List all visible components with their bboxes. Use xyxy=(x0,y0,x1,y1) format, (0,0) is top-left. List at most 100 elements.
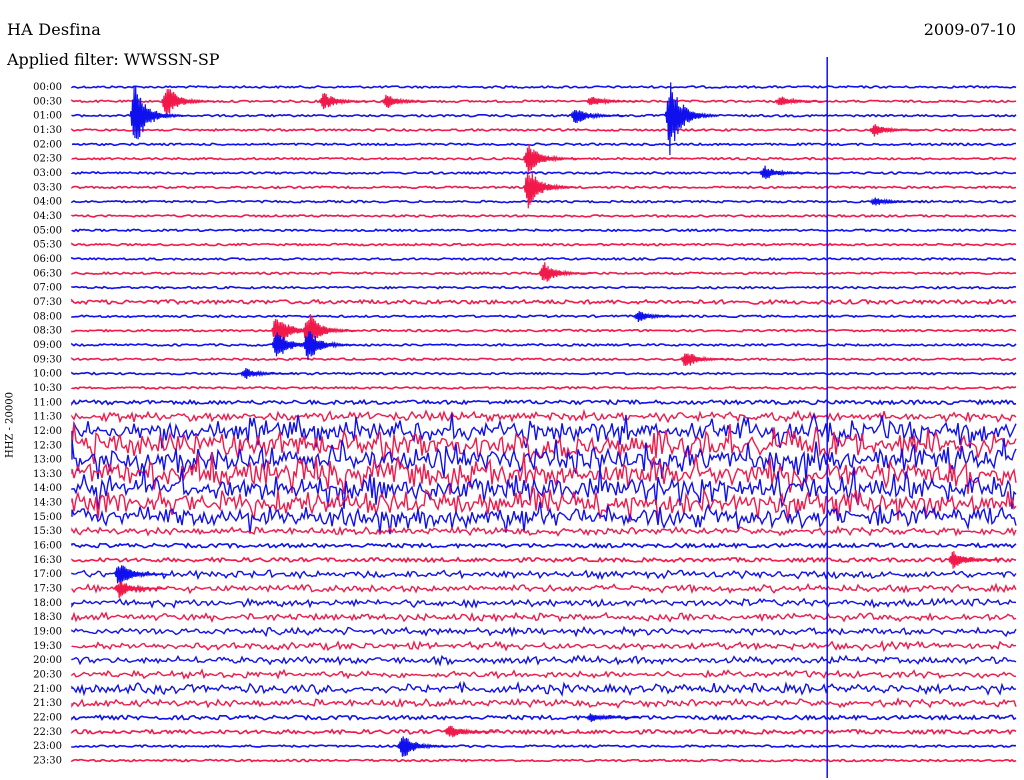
row-label: 12:30 xyxy=(33,440,62,451)
seismic-event xyxy=(113,565,168,585)
event-markers xyxy=(113,82,1002,757)
trace-row xyxy=(71,398,1017,407)
trace-row xyxy=(71,625,1017,638)
row-label: 16:00 xyxy=(33,541,62,552)
row-label: 03:30 xyxy=(33,182,62,193)
seismic-event xyxy=(680,353,734,366)
row-label: 13:00 xyxy=(33,455,62,466)
seismic-event xyxy=(381,94,435,109)
row-label: 02:00 xyxy=(33,139,62,150)
seismic-event xyxy=(522,143,577,173)
row-label: 23:30 xyxy=(33,756,62,767)
row-label: 00:00 xyxy=(33,82,62,93)
row-label: 07:00 xyxy=(33,283,62,294)
trace-row xyxy=(71,714,1017,722)
trace-row xyxy=(71,556,1017,564)
seismic-event xyxy=(869,124,923,137)
seismic-event xyxy=(633,311,687,322)
trace-row xyxy=(71,328,1017,333)
row-label: 05:30 xyxy=(33,240,62,251)
row-label: 18:30 xyxy=(33,612,62,623)
row-label: 17:30 xyxy=(33,584,62,595)
row-label: 19:00 xyxy=(33,627,62,638)
row-label: 06:30 xyxy=(33,268,62,279)
row-label: 08:30 xyxy=(33,326,62,337)
seismic-event xyxy=(586,96,640,106)
seismic-event xyxy=(538,262,593,282)
trace-row xyxy=(71,486,1017,522)
helicorder-plot: 00:00 00:30 01:00 01:30 02:00 02:30 03:00 03:30… xyxy=(33,57,1017,778)
row-label: 01:30 xyxy=(33,125,62,136)
row-label: 22:00 xyxy=(33,713,62,724)
row-label: 15:30 xyxy=(33,526,62,537)
trace-row xyxy=(71,597,1017,609)
trace-row xyxy=(71,758,1017,763)
trace-row xyxy=(71,170,1017,175)
row-label: 11:30 xyxy=(33,412,62,423)
row-label: 12:00 xyxy=(33,426,62,437)
trace-row xyxy=(71,298,1017,306)
row-label: 16:30 xyxy=(33,555,62,566)
trace-row xyxy=(71,408,1017,424)
row-label: 21:00 xyxy=(33,684,62,695)
trace-row xyxy=(71,524,1017,537)
seismic-event xyxy=(397,736,451,757)
trace-row xyxy=(71,680,1017,697)
trace-row xyxy=(71,228,1017,233)
trace-row xyxy=(71,213,1017,218)
trace-row xyxy=(71,728,1017,736)
row-label: 06:00 xyxy=(33,254,62,265)
seismic-event xyxy=(570,109,624,123)
row-labels: 00:00 00:30 01:00 01:30 02:00 02:30 03:00 03:30… xyxy=(33,82,62,767)
row-label: 17:00 xyxy=(33,569,62,580)
row-label: 23:00 xyxy=(33,741,62,752)
trace-row xyxy=(71,371,1017,376)
row-label: 18:00 xyxy=(33,598,62,609)
seismic-event xyxy=(774,96,829,106)
row-label: 00:30 xyxy=(33,96,62,107)
seismic-event xyxy=(302,330,357,361)
row-label: 05:00 xyxy=(33,225,62,236)
trace-row xyxy=(71,142,1016,147)
seismic-event xyxy=(318,93,372,110)
row-label: 10:00 xyxy=(33,369,62,380)
trace-row xyxy=(71,357,1017,362)
trace-row xyxy=(71,611,1017,623)
seismic-event xyxy=(869,197,923,206)
trace-row xyxy=(71,242,1017,247)
row-label: 07:30 xyxy=(33,297,62,308)
row-label: 04:00 xyxy=(33,197,62,208)
row-label: 03:00 xyxy=(33,168,62,179)
row-label: 19:30 xyxy=(33,641,62,652)
trace-row xyxy=(71,342,1017,347)
row-label: 10:30 xyxy=(33,383,62,394)
row-label: 11:00 xyxy=(33,397,62,408)
trace-row xyxy=(71,668,1017,680)
trace-row xyxy=(71,582,1017,595)
row-label: 01:00 xyxy=(33,111,62,122)
row-label: 09:00 xyxy=(33,340,62,351)
trace-row xyxy=(71,285,1017,290)
trace-row xyxy=(71,568,1017,581)
trace-row xyxy=(71,744,1016,749)
trace-row xyxy=(71,385,1017,391)
row-label: 13:30 xyxy=(33,469,62,480)
trace-row xyxy=(71,654,1017,667)
row-label: 20:00 xyxy=(33,655,62,666)
trace-row xyxy=(71,696,1017,709)
trace-row xyxy=(71,542,1017,550)
seismic-event xyxy=(161,89,215,118)
trace-row xyxy=(71,639,1017,653)
row-label: 20:30 xyxy=(33,670,62,681)
row-label: 14:00 xyxy=(33,483,62,494)
row-label: 08:00 xyxy=(33,311,62,322)
trace-row xyxy=(71,85,1017,89)
row-label: 15:00 xyxy=(33,512,62,523)
seismic-event xyxy=(947,551,1002,569)
seismic-event xyxy=(239,368,294,379)
row-label: 02:30 xyxy=(33,154,62,165)
trace-row xyxy=(71,256,1017,261)
row-label: 14:30 xyxy=(33,498,62,509)
seismic-event xyxy=(522,172,577,209)
row-label: 09:30 xyxy=(33,354,62,365)
